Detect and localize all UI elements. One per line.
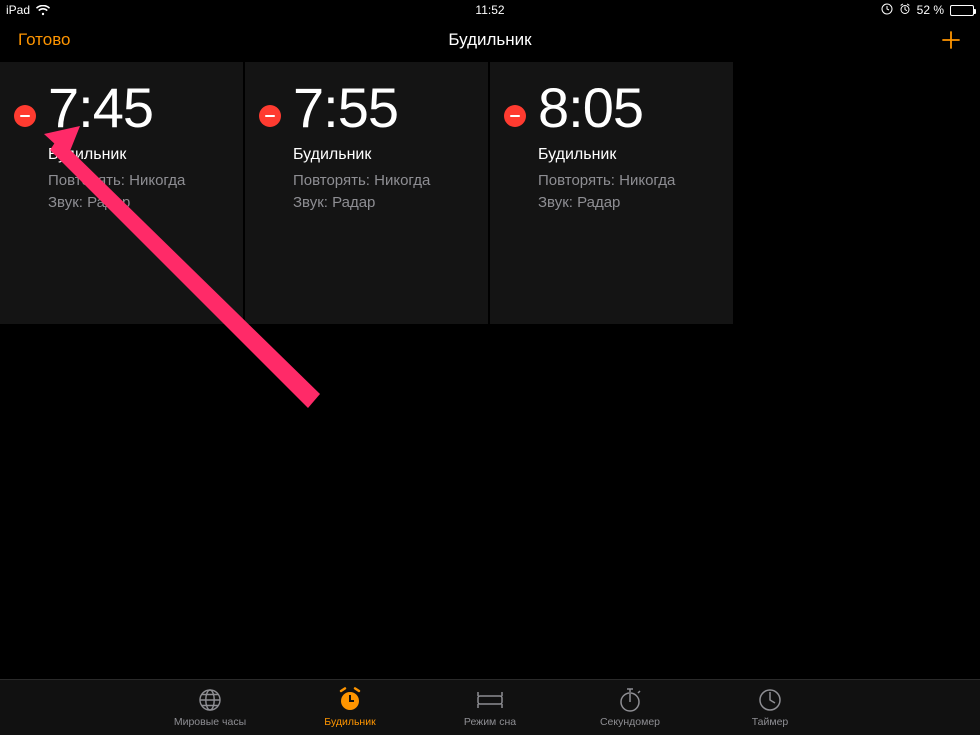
battery-icon	[950, 5, 974, 16]
tab-label: Таймер	[752, 716, 789, 728]
alarm-card[interactable]: 7:55 Будильник Повторять: Никогда Звук: …	[245, 62, 488, 324]
bed-icon	[476, 687, 504, 713]
alarm-card[interactable]: 8:05 Будильник Повторять: Никогда Звук: …	[490, 62, 733, 324]
alarm-label: Будильник	[538, 146, 715, 164]
status-bar: iPad 11:52 52 %	[0, 0, 980, 20]
tab-alarm[interactable]: Будильник	[305, 687, 395, 728]
done-button[interactable]: Готово	[18, 30, 71, 50]
alarm-sound: Звук: Радар	[48, 192, 225, 214]
alarm-repeat: Повторять: Никогда	[48, 170, 225, 192]
page-title: Будильник	[448, 30, 531, 50]
delete-alarm-button[interactable]	[504, 105, 526, 127]
alarms-grid: 7:45 Будильник Повторять: Никогда Звук: …	[0, 62, 980, 324]
delete-alarm-button[interactable]	[14, 105, 36, 127]
alarm-time: 7:55	[293, 80, 398, 136]
alarm-time: 8:05	[538, 80, 643, 136]
alarm-time: 7:45	[48, 80, 153, 136]
alarm-label: Будильник	[48, 146, 225, 164]
add-alarm-button[interactable]	[940, 29, 962, 51]
status-right: 52 %	[881, 3, 974, 18]
tab-timer[interactable]: Таймер	[725, 687, 815, 728]
tab-bedtime[interactable]: Режим сна	[445, 687, 535, 728]
tab-label: Секундомер	[600, 716, 660, 728]
alarm-label: Будильник	[293, 146, 470, 164]
tab-label: Мировые часы	[174, 716, 246, 728]
stopwatch-icon	[618, 687, 642, 713]
alarm-repeat: Повторять: Никогда	[538, 170, 715, 192]
rotation-lock-icon	[881, 3, 893, 18]
tab-stopwatch[interactable]: Секундомер	[585, 687, 675, 728]
device-label: iPad	[6, 3, 30, 17]
alarm-card[interactable]: 7:45 Будильник Повторять: Никогда Звук: …	[0, 62, 243, 324]
alarm-sound: Звук: Радар	[538, 192, 715, 214]
alarm-status-icon	[899, 3, 911, 18]
status-time: 11:52	[475, 3, 504, 17]
alarm-sound: Звук: Радар	[293, 192, 470, 214]
delete-alarm-button[interactable]	[259, 105, 281, 127]
globe-icon	[198, 687, 222, 713]
tab-bar: Мировые часы Будильник Режим сна Секундо…	[0, 679, 980, 735]
alarm-clock-icon	[337, 687, 363, 713]
status-left: iPad	[6, 3, 50, 17]
tab-world-clock[interactable]: Мировые часы	[165, 687, 255, 728]
timer-icon	[758, 687, 782, 713]
battery-percent: 52 %	[917, 3, 944, 17]
tab-label: Будильник	[324, 716, 375, 728]
wifi-icon	[36, 5, 50, 16]
tab-label: Режим сна	[464, 716, 516, 728]
alarm-repeat: Повторять: Никогда	[293, 170, 470, 192]
nav-bar: Готово Будильник	[0, 20, 980, 60]
